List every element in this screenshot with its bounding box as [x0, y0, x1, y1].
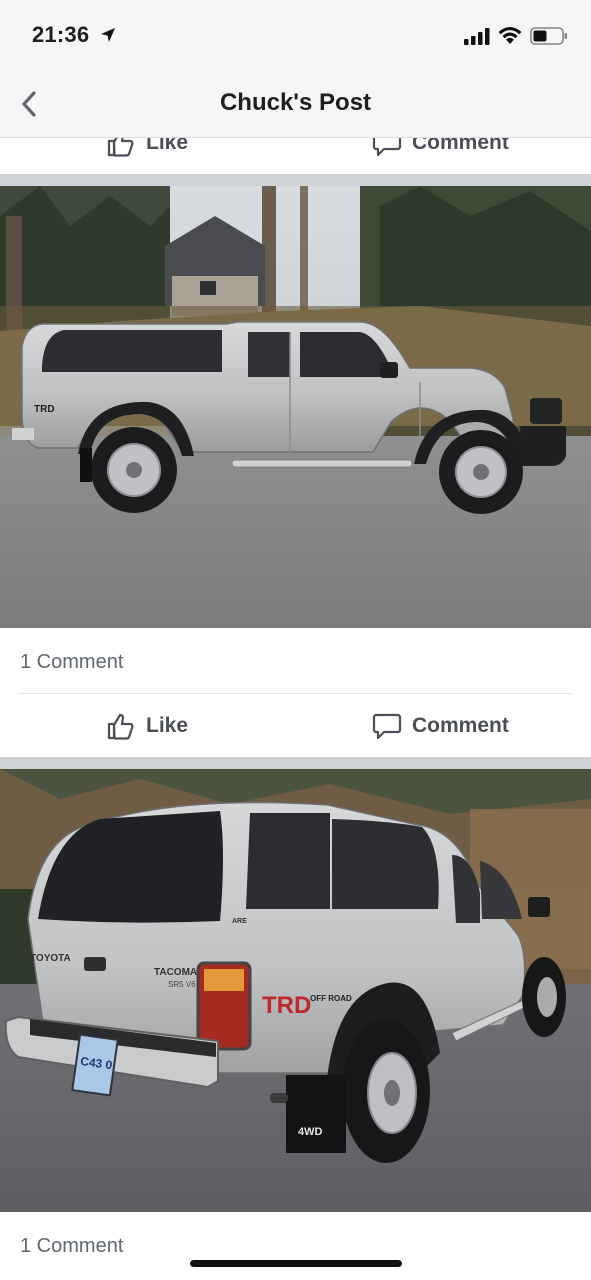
post-feed[interactable]: Like Comment TRD 1 Comment Like Comment … — [0, 0, 591, 1280]
divider — [18, 693, 573, 694]
nav-bar: Chuck's Post — [0, 72, 591, 138]
rear-wheel — [342, 1019, 430, 1163]
comment-count-photo-2[interactable]: 1 Comment — [20, 1235, 123, 1258]
like-button[interactable]: Like — [106, 695, 188, 757]
trd-decal-text: TRD — [262, 992, 311, 1019]
page-title: Chuck's Post — [219, 89, 372, 116]
home-indicator[interactable] — [190, 1260, 402, 1267]
thumbs-up-icon — [107, 713, 134, 740]
trd-decal-text: TRD — [34, 404, 55, 415]
post-photo-2[interactable]: TOYOTA TACOMA SR5 V6 ARE TRD OFF ROAD C4… — [0, 769, 591, 1212]
top-chrome: 21:36 Chuck's Post — [0, 0, 591, 138]
rear-wheel — [91, 427, 177, 513]
location-arrow-icon — [101, 28, 115, 42]
wifi-icon — [498, 27, 522, 44]
status-time: 21:36 — [32, 22, 90, 47]
status-bar: 21:36 — [0, 0, 591, 72]
front-wheel — [522, 957, 566, 1037]
truck-side-photo: TRD — [0, 186, 591, 628]
cellular-signal-icon — [464, 28, 490, 45]
post-photo-1[interactable]: TRD — [0, 186, 591, 628]
cap-badge-text: ARE — [232, 918, 247, 925]
comment-label: Comment — [412, 714, 509, 737]
trd-decal-sub: OFF ROAD — [310, 994, 352, 1003]
tailgate-trim-text: SR5 V6 — [168, 980, 196, 989]
photo-1-action-row: Like Comment — [0, 695, 591, 757]
front-wheel — [439, 430, 523, 514]
comment-bubble-icon — [372, 713, 402, 740]
tailgate-brand-text: TOYOTA — [30, 953, 71, 964]
battery-icon — [530, 27, 567, 45]
mud-flap-text: 4WD — [298, 1126, 323, 1138]
section-separator — [0, 757, 591, 769]
tailgate-model-text: TACOMA — [154, 967, 197, 978]
section-separator — [0, 174, 591, 186]
comment-count-photo-1[interactable]: 1 Comment — [20, 651, 123, 674]
comment-button[interactable]: Comment — [372, 695, 509, 757]
truck-rear-photo: TOYOTA TACOMA SR5 V6 ARE TRD OFF ROAD C4… — [0, 769, 591, 1212]
like-label: Like — [146, 714, 189, 737]
